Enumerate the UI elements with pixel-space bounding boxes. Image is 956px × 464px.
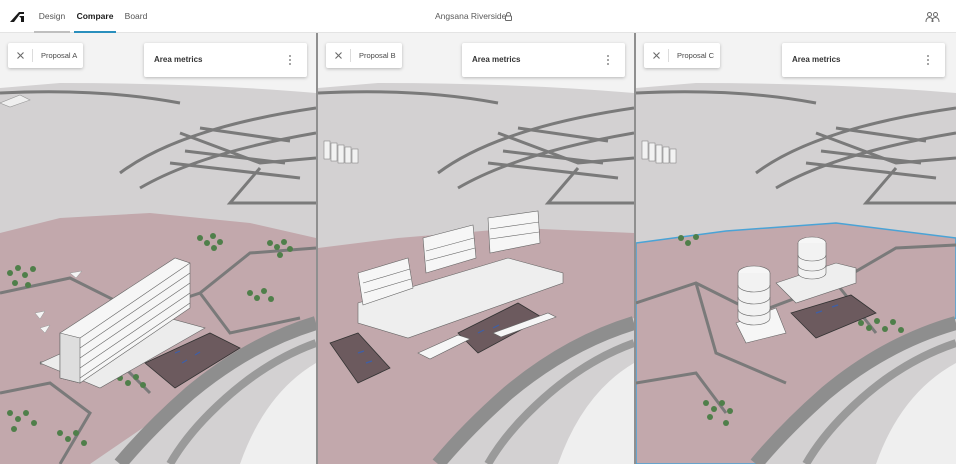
proposal-chip: Proposal A — [8, 43, 83, 68]
site-3d-view[interactable] — [0, 33, 316, 464]
close-icon[interactable] — [14, 49, 27, 62]
area-metrics-card: Area metrics — [462, 43, 625, 77]
close-icon[interactable] — [332, 49, 345, 62]
chip-divider — [32, 49, 33, 62]
more-vertical-icon[interactable] — [925, 54, 931, 66]
tab-design[interactable]: Design — [34, 0, 70, 33]
project-title[interactable]: Angsana Riverside — [435, 0, 506, 33]
proposal-b-viewport[interactable]: Proposal B Area metrics — [318, 33, 634, 464]
site-3d-view[interactable] — [636, 33, 956, 464]
site-3d-view[interactable] — [318, 33, 634, 464]
tab-compare-label: Compare — [76, 11, 114, 21]
area-metrics-title: Area metrics — [792, 55, 841, 64]
proposal-label[interactable]: Proposal A — [41, 43, 77, 68]
lock-icon — [505, 12, 512, 21]
area-metrics-title: Area metrics — [472, 55, 521, 64]
autodesk-logo-icon[interactable] — [10, 11, 24, 23]
area-metrics-card: Area metrics — [144, 43, 307, 77]
proposal-chip: Proposal C — [644, 43, 720, 68]
area-metrics-title: Area metrics — [154, 55, 203, 64]
proposal-a-viewport[interactable]: Proposal A Area metrics — [0, 33, 316, 464]
proposal-label[interactable]: Proposal C — [677, 43, 714, 68]
top-bar: Design Compare Board Angsana Riverside — [0, 0, 956, 33]
chip-divider — [668, 49, 669, 62]
tab-board-label: Board — [124, 11, 148, 21]
more-vertical-icon[interactable] — [605, 54, 611, 66]
more-vertical-icon[interactable] — [287, 54, 293, 66]
proposal-chip: Proposal B — [326, 43, 402, 68]
proposal-c-viewport[interactable]: Proposal C Area metrics — [636, 33, 956, 464]
area-metrics-card: Area metrics — [782, 43, 945, 77]
close-icon[interactable] — [650, 49, 663, 62]
tab-compare[interactable]: Compare — [74, 0, 116, 33]
proposal-label[interactable]: Proposal B — [359, 43, 396, 68]
people-icon[interactable] — [925, 11, 940, 23]
tab-board[interactable]: Board — [121, 0, 151, 33]
tab-design-label: Design — [38, 11, 66, 21]
chip-divider — [350, 49, 351, 62]
